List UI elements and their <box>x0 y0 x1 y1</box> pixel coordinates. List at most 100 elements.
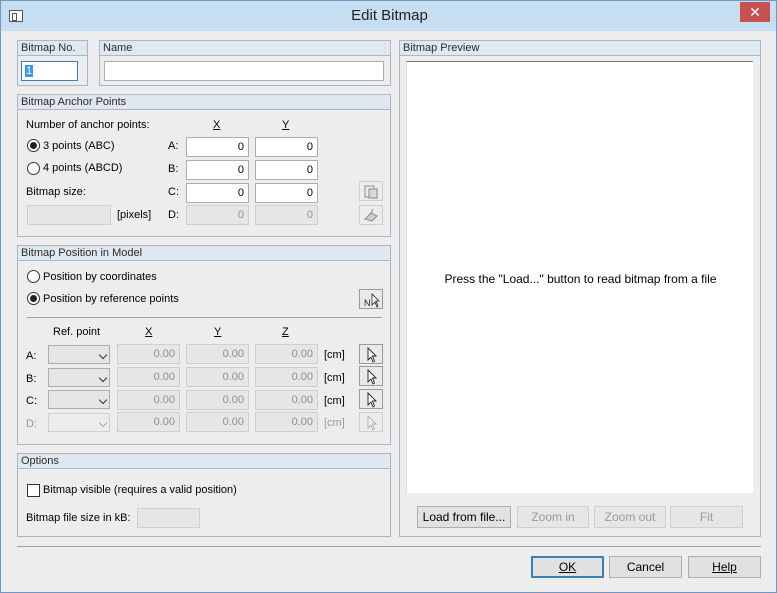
bottom-separator <box>17 546 761 547</box>
position-col-x: X <box>145 326 153 338</box>
preview-header: Bitmap Preview <box>400 41 760 56</box>
window-title: Edit Bitmap <box>351 7 428 24</box>
anchor-points-header: Bitmap Anchor Points <box>18 95 390 110</box>
cancel-button[interactable]: Cancel <box>609 556 682 578</box>
title-bar: Edit Bitmap ✕ <box>1 1 776 31</box>
four-points-radio[interactable] <box>27 162 40 175</box>
three-points-label: 3 points (ABC) <box>43 140 115 152</box>
refpoint-d-z-input[interactable]: 0.00 <box>255 412 318 432</box>
cursor-pick-icon <box>367 346 378 363</box>
refpoint-c-x-input[interactable]: 0.00 <box>117 390 180 410</box>
ok-button[interactable]: OK <box>531 556 604 578</box>
anchor-col-y: Y <box>282 119 290 131</box>
options-group: Options Bitmap visible (requires a valid… <box>17 453 391 537</box>
anchor-c-y-input[interactable]: 0 <box>255 183 318 203</box>
anchor-b-x-input[interactable]: 0 <box>186 160 249 180</box>
refpoint-b-x-input[interactable]: 0.00 <box>117 367 180 387</box>
preview-message: Press the "Load..." button to read bitma… <box>444 272 717 286</box>
help-button[interactable]: Help <box>688 556 761 578</box>
anchor-row-c-label: C: <box>168 186 179 198</box>
refpoint-row-b-label: B: <box>26 373 37 385</box>
anchor-row-a-label: A: <box>168 140 179 152</box>
bitmap-size-label: Bitmap size: <box>26 186 86 198</box>
svg-text:N: N <box>364 298 371 308</box>
refpoint-row-d-label: D: <box>26 418 37 430</box>
file-size-input[interactable] <box>137 508 200 528</box>
close-button[interactable]: ✕ <box>740 2 770 22</box>
anchor-row-d-label: D: <box>168 209 179 221</box>
refpoint-row-a-label: A: <box>26 350 37 362</box>
pick-refpoint-a-button[interactable] <box>359 344 383 364</box>
cursor-pick-icon <box>367 368 378 385</box>
pick-refpoint-d-button[interactable] <box>359 412 383 432</box>
name-header: Name <box>100 41 390 56</box>
refpoint-d-unit: [cm] <box>324 417 345 429</box>
refpoint-row-c-label: C: <box>26 395 37 407</box>
zoom-out-button[interactable]: Zoom out <box>594 506 666 528</box>
name-input[interactable] <box>104 61 384 81</box>
refpoint-b-z-input[interactable]: 0.00 <box>255 367 318 387</box>
preview-canvas: Press the "Load..." button to read bitma… <box>406 61 753 493</box>
cursor-pick-icon <box>367 391 378 408</box>
anchor-a-y-input[interactable]: 0 <box>255 137 318 157</box>
bitmap-visible-checkbox[interactable] <box>27 484 40 497</box>
anchor-count-label: Number of anchor points: <box>26 119 150 131</box>
refpoint-b-select[interactable] <box>48 368 110 387</box>
anchor-row-b-label: B: <box>168 163 179 175</box>
bitmap-no-group: Bitmap No. 1 <box>17 40 88 86</box>
refpoint-b-y-input[interactable]: 0.00 <box>186 367 249 387</box>
name-group: Name <box>99 40 391 86</box>
refpoint-d-x-input[interactable]: 0.00 <box>117 412 180 432</box>
refpoint-c-unit: [cm] <box>324 395 345 407</box>
chevron-down-icon <box>98 418 108 428</box>
refpoint-a-z-input[interactable]: 0.00 <box>255 344 318 364</box>
pick-size-button[interactable] <box>359 205 383 225</box>
pixels-unit-label: [pixels] <box>117 209 152 221</box>
pick-hand-icon <box>364 208 378 222</box>
position-separator <box>27 317 382 318</box>
bitmap-no-header: Bitmap No. <box>18 41 87 56</box>
pick-refpoints-button[interactable]: N <box>359 289 383 309</box>
refpoint-c-z-input[interactable]: 0.00 <box>255 390 318 410</box>
position-by-coords-label: Position by coordinates <box>43 271 157 283</box>
options-header: Options <box>18 454 390 469</box>
refpoint-c-select[interactable] <box>48 390 110 409</box>
bitmap-visible-label: Bitmap visible (requires a valid positio… <box>43 484 237 496</box>
anchor-d-y-input[interactable]: 0 <box>255 205 318 225</box>
three-points-radio[interactable] <box>27 139 40 152</box>
pick-refpoint-c-button[interactable] <box>359 389 383 409</box>
fit-button[interactable]: Fit <box>670 506 743 528</box>
refpoint-b-unit: [cm] <box>324 372 345 384</box>
anchor-points-group: Bitmap Anchor Points Number of anchor po… <box>17 94 391 237</box>
refpoint-a-select[interactable] <box>48 345 110 364</box>
refpoint-a-y-input[interactable]: 0.00 <box>186 344 249 364</box>
refpoint-d-y-input[interactable]: 0.00 <box>186 412 249 432</box>
chevron-down-icon <box>98 395 108 405</box>
file-size-label: Bitmap file size in kB: <box>26 512 131 524</box>
anchor-d-x-input[interactable]: 0 <box>186 205 249 225</box>
position-col-y: Y <box>214 326 222 338</box>
anchor-b-y-input[interactable]: 0 <box>255 160 318 180</box>
load-from-file-button[interactable]: Load from file... <box>417 506 511 528</box>
anchor-c-x-input[interactable]: 0 <box>186 183 249 203</box>
clipboard-icon <box>364 185 378 199</box>
bitmap-size-input[interactable] <box>27 205 111 225</box>
bitmap-no-input[interactable]: 1 <box>21 61 78 81</box>
position-group: Bitmap Position in Model Position by coo… <box>17 245 391 445</box>
paste-coords-button[interactable] <box>359 181 383 201</box>
pick-refpoint-b-button[interactable] <box>359 366 383 386</box>
position-by-coords-radio[interactable] <box>27 270 40 283</box>
anchor-a-x-input[interactable]: 0 <box>186 137 249 157</box>
zoom-in-button[interactable]: Zoom in <box>517 506 589 528</box>
position-col-z: Z <box>282 326 289 338</box>
four-points-label: 4 points (ABCD) <box>43 162 123 174</box>
refpoint-a-unit: [cm] <box>324 349 345 361</box>
node-pick-icon: N <box>364 293 380 308</box>
refpoint-d-select[interactable] <box>48 413 110 432</box>
anchor-col-x: X <box>213 119 221 131</box>
position-header: Bitmap Position in Model <box>18 246 390 261</box>
position-by-refpoints-radio[interactable] <box>27 292 40 305</box>
edit-bitmap-dialog: Edit Bitmap ✕ Bitmap No. 1 Name Bitmap A… <box>0 0 777 593</box>
refpoint-c-y-input[interactable]: 0.00 <box>186 390 249 410</box>
refpoint-a-x-input[interactable]: 0.00 <box>117 344 180 364</box>
